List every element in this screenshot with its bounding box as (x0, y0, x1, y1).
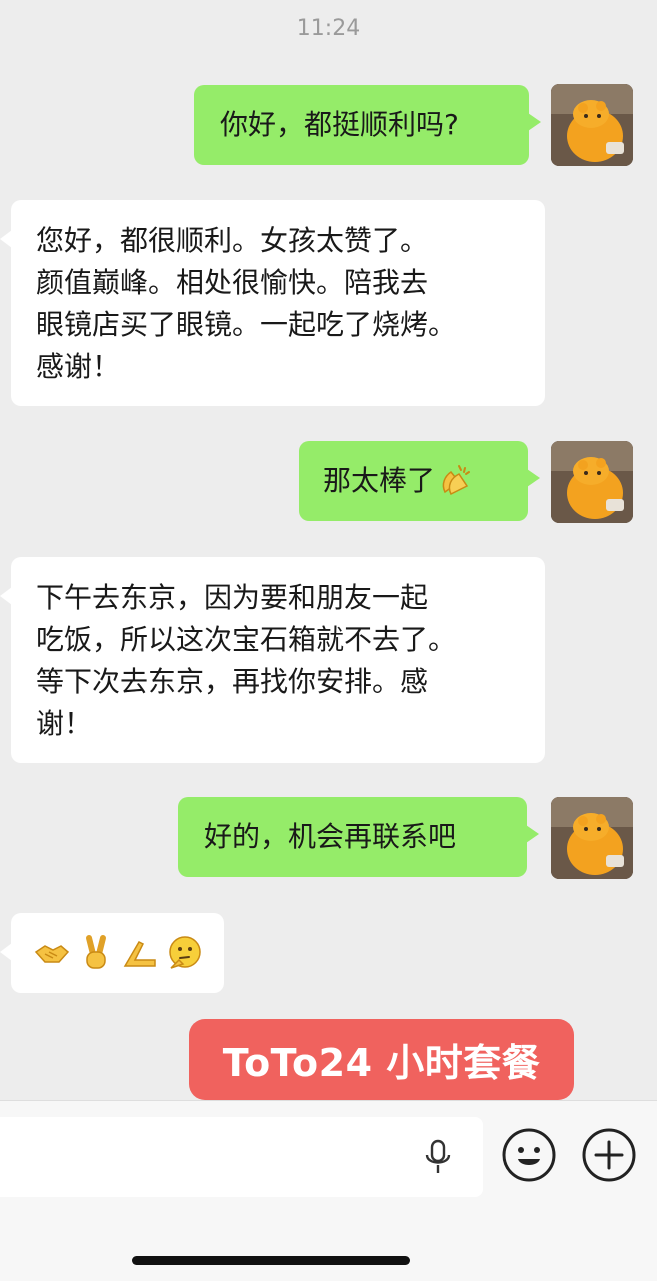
chat-bubble-sent[interactable]: 好的，机会再联系吧 (178, 797, 539, 877)
handshake-icon (33, 934, 71, 972)
pinched-fingers-icon (121, 934, 159, 972)
chat-bubble-sent[interactable]: 你好，都挺顺利吗? (194, 85, 541, 165)
emoji-face-icon[interactable] (500, 1126, 558, 1184)
message-line: 等下次去东京，再找你安排。感 (36, 665, 429, 698)
message-line: 感谢！ (36, 350, 121, 383)
message-text: 好的，机会再联系吧 (204, 820, 457, 853)
home-indicator[interactable] (132, 1256, 410, 1265)
message-line: 您好，都很顺利。女孩太赞了。 (36, 224, 429, 257)
victory-hand-icon (77, 934, 115, 972)
chat-bubble-received[interactable]: 下午去东京，因为要和朋友一起 吃饭，所以这次宝石箱就不去了。 等下次去东京，再找… (0, 557, 545, 763)
status-time: 11:24 (296, 16, 361, 41)
clapping-hands-icon (437, 462, 475, 500)
message-text: 你好，都挺顺利吗? (220, 108, 459, 141)
emoji-row (33, 933, 202, 973)
message-line: 下午去东京，因为要和朋友一起 (36, 581, 429, 614)
my-avatar[interactable] (551, 441, 633, 523)
my-avatar[interactable] (551, 84, 633, 166)
promo-banner[interactable]: ToTo24 小时套餐 (189, 1019, 574, 1100)
message-line: 颜值巅峰。相处很愉快。陪我去 (36, 266, 429, 299)
message-line: 谢！ (36, 707, 93, 740)
chat-bubble-received[interactable] (0, 913, 224, 993)
chat-input-bar (0, 1100, 657, 1281)
message-line: 吃饭，所以这次宝石箱就不去了。 (36, 623, 457, 656)
thinking-face-icon (165, 934, 203, 972)
chat-bubble-sent[interactable]: 那太棒了 (299, 441, 540, 521)
message-line: 眼镜店买了眼镜。一起吃了烧烤。 (36, 308, 457, 341)
chat-bubble-received[interactable]: 您好，都很顺利。女孩太赞了。 颜值巅峰。相处很愉快。陪我去 眼镜店买了眼镜。一起… (0, 200, 545, 406)
microphone-icon[interactable] (420, 1137, 456, 1177)
promo-text: ToTo24 小时套餐 (222, 1041, 541, 1085)
message-input[interactable] (0, 1117, 483, 1197)
plus-circle-icon[interactable] (580, 1126, 638, 1184)
message-text: 那太棒了 (323, 464, 436, 497)
my-avatar[interactable] (551, 797, 633, 879)
